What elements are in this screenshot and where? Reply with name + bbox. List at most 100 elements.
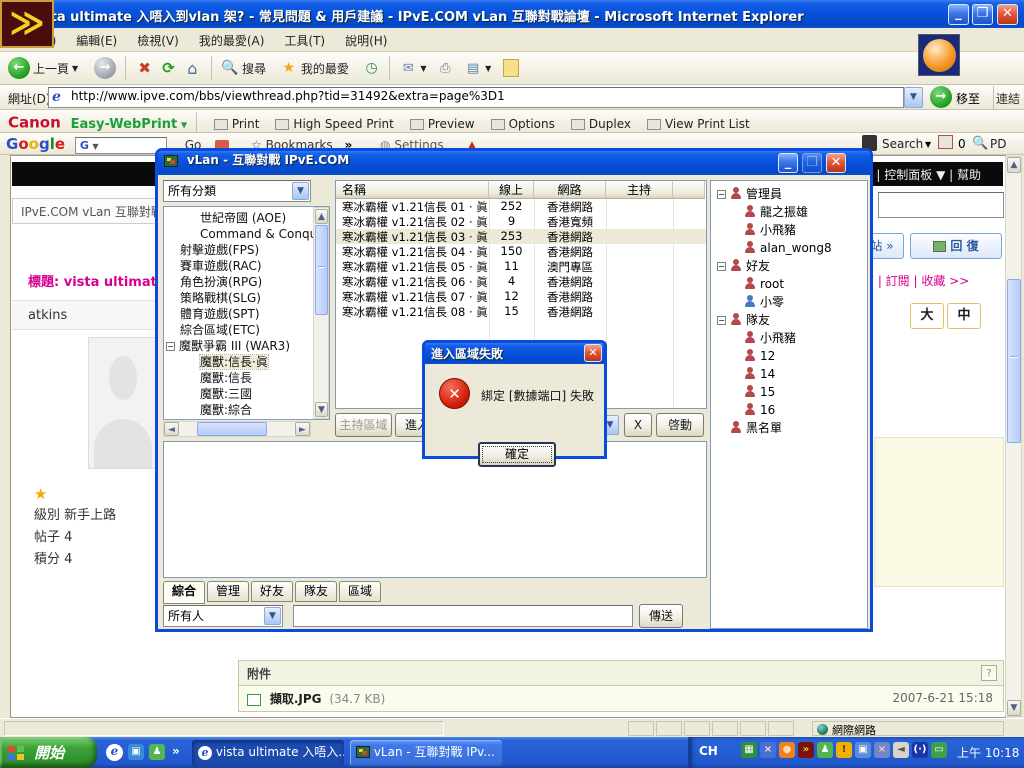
tree-scrollbar[interactable]: ▲ ▼ <box>313 207 329 419</box>
edit-dropdown-icon[interactable]: ▼ <box>485 64 491 73</box>
font-size-large-button[interactable]: 大 <box>910 303 944 329</box>
chat-tab[interactable]: 隊友 <box>295 581 337 602</box>
mail-dropdown-icon[interactable]: ▼ <box>420 64 426 73</box>
category-dropdown-arrow-icon[interactable]: ▼ <box>292 182 309 200</box>
tree-item[interactable]: −魔獸:信長·眞 <box>166 354 329 370</box>
tree-item[interactable]: −策略戰棋(SLG) <box>166 290 329 306</box>
contact-item[interactable]: −龍之振雄 <box>713 203 867 221</box>
launch-button[interactable]: 啓動 <box>656 413 704 437</box>
contact-item[interactable]: −14 <box>713 365 867 383</box>
notes-icon[interactable] <box>503 59 519 77</box>
network-offline-icon[interactable]: × <box>874 742 890 758</box>
tree-item[interactable]: −世紀帝國 (AOE) <box>166 210 329 226</box>
close-button[interactable]: ✕ <box>997 4 1018 25</box>
tree-item[interactable]: −魔獸爭霸 III (WAR3) <box>166 338 329 354</box>
font-size-medium-button[interactable]: 中 <box>947 303 981 329</box>
canon-toolbar-item[interactable]: View Print List <box>647 117 750 131</box>
google-search-box[interactable]: G ▼ <box>75 137 167 154</box>
contact-item[interactable]: −root <box>713 275 867 293</box>
canon-toolbar-item[interactable]: Print <box>214 117 260 131</box>
collapse-icon[interactable]: − <box>717 262 726 271</box>
contact-item[interactable]: −alan_wong8 <box>713 239 867 257</box>
history-icon[interactable]: ◷ <box>363 60 381 76</box>
column-header[interactable] <box>673 181 705 199</box>
minimize-button[interactable]: _ <box>948 4 969 25</box>
tree-item[interactable]: −魔獸:三國 <box>166 386 329 402</box>
start-button[interactable]: 開始 <box>0 737 97 768</box>
column-header[interactable]: 線上 <box>489 181 534 199</box>
search-label[interactable]: 搜尋 <box>242 62 266 76</box>
tree-item[interactable]: −角色扮演(RPG) <box>166 274 329 290</box>
quicklaunch-messenger-icon[interactable]: ♟ <box>149 744 165 760</box>
task-button-vlan[interactable]: vLan - 互聯對戰 IPv... <box>350 740 502 766</box>
forward-icon[interactable]: → <box>94 57 116 79</box>
column-header[interactable]: 主持 <box>606 181 673 199</box>
menu-item[interactable]: 說明(H) <box>335 28 397 53</box>
tree-item[interactable]: −魔獸:綜合 <box>166 402 329 418</box>
contact-item[interactable]: −管理員 <box>713 185 867 203</box>
search-icon[interactable]: 🔍 <box>221 60 239 76</box>
forum-search-input[interactable] <box>878 192 1004 218</box>
quicklaunch-overflow-icon[interactable]: » <box>172 744 180 758</box>
popup-blocker-icon[interactable] <box>938 135 953 149</box>
寒冰霸權 v1.21[interactable]: 寒冰霸權 v1.21 信長 01 · 眞 252 香港網路 <box>336 199 706 214</box>
page-scrollbar[interactable]: ▲ ▼ <box>1005 156 1022 717</box>
favorites-icon[interactable]: ★ <box>280 60 298 76</box>
menu-item[interactable]: 編輯(E) <box>66 28 127 53</box>
attachment-filename[interactable]: 擷取.JPG <box>270 692 322 706</box>
side-search-dropdown-icon[interactable]: ▼ <box>925 140 931 149</box>
messenger-icon[interactable]: ♟ <box>817 742 833 758</box>
recipient-dropdown[interactable]: 所有人 ▼ <box>163 605 283 627</box>
scrollbar-thumb[interactable] <box>1007 279 1021 443</box>
tree-scroll-right-icon[interactable]: ► <box>295 422 310 436</box>
tree-item[interactable]: −射擊遊戲(FPS) <box>166 242 329 258</box>
error-dialog-title-bar[interactable]: 進入區域失敗 ✕ <box>425 343 604 364</box>
quicklaunch-ie-icon[interactable]: e <box>106 744 123 761</box>
magnifier-icon[interactable]: 🔍 <box>972 136 988 151</box>
send-button[interactable]: 傳送 <box>639 604 683 628</box>
tree-item[interactable]: −賽車遊戲(RAC) <box>166 258 329 274</box>
tree-scroll-up-icon[interactable]: ▲ <box>315 209 328 224</box>
tree-scrollbar-thumb[interactable] <box>315 225 328 315</box>
chat-area[interactable] <box>163 441 707 578</box>
chat-tab[interactable]: 區域 <box>339 581 381 602</box>
chat-tab[interactable]: 管理 <box>207 581 249 602</box>
recipient-dropdown-arrow-icon[interactable]: ▼ <box>264 607 281 625</box>
back-label[interactable]: 上一頁 <box>33 62 69 76</box>
contact-item[interactable]: −隊友 <box>713 311 867 329</box>
menu-item[interactable]: 我的最愛(A) <box>189 28 275 53</box>
attachments-help-icon[interactable]: ? <box>981 665 997 681</box>
chat-tab[interactable]: 綜合 <box>163 581 205 604</box>
寒冰霸權 v1.21[interactable]: 寒冰霸權 v1.21 信長 05 · 眞 11 澳門專區 <box>336 259 706 274</box>
home-icon[interactable]: ⌂ <box>182 59 202 78</box>
column-header[interactable]: 網路 <box>534 181 606 199</box>
error-dialog-close-button[interactable]: ✕ <box>584 344 602 362</box>
contact-item[interactable]: −12 <box>713 347 867 365</box>
contact-item[interactable]: −小飛豬 <box>713 329 867 347</box>
tree-item[interactable]: −體育遊戲(SPT) <box>166 306 329 322</box>
contact-item[interactable]: −小飛豬 <box>713 221 867 239</box>
agent-ball-icon[interactable]: ● <box>779 742 795 758</box>
go-label[interactable]: 移至 <box>956 90 980 107</box>
collapse-icon[interactable]: − <box>166 342 175 351</box>
contact-item[interactable]: −黑名單 <box>713 419 867 437</box>
side-search-label[interactable]: Search <box>882 137 923 151</box>
tree-scroll-left-icon[interactable]: ◄ <box>164 422 179 436</box>
寒冰霸權 v1.21[interactable]: 寒冰霸權 v1.21 信長 04 · 眞 150 香港網路 <box>336 244 706 259</box>
scroll-down-icon[interactable]: ▼ <box>1007 700 1021 716</box>
寒冰霸權 v1.21[interactable]: 寒冰霸權 v1.21 信長 07 · 眞 12 香港網路 <box>336 289 706 304</box>
edit-icon[interactable]: ▤ <box>464 61 482 76</box>
language-indicator[interactable]: CH <box>699 744 718 758</box>
print-icon[interactable]: ⎙ <box>436 61 454 76</box>
offline-computer-icon[interactable]: × <box>760 742 776 758</box>
canon-toolbar-item[interactable]: Preview <box>410 117 475 131</box>
contact-item[interactable]: −好友 <box>713 257 867 275</box>
tree-hscrollbar-thumb[interactable] <box>197 422 267 436</box>
refresh-icon[interactable]: ⟳ <box>158 59 178 77</box>
reply-button[interactable]: 回 復 <box>910 233 1002 259</box>
canon-toolbar-item[interactable]: Options <box>491 117 555 131</box>
quicklaunch-desktop-icon[interactable]: ▣ <box>128 744 144 760</box>
tree-scroll-down-icon[interactable]: ▼ <box>315 402 328 417</box>
vlan-tray-icon[interactable]: ▦ <box>741 742 757 758</box>
collapse-icon[interactable]: − <box>717 190 726 199</box>
